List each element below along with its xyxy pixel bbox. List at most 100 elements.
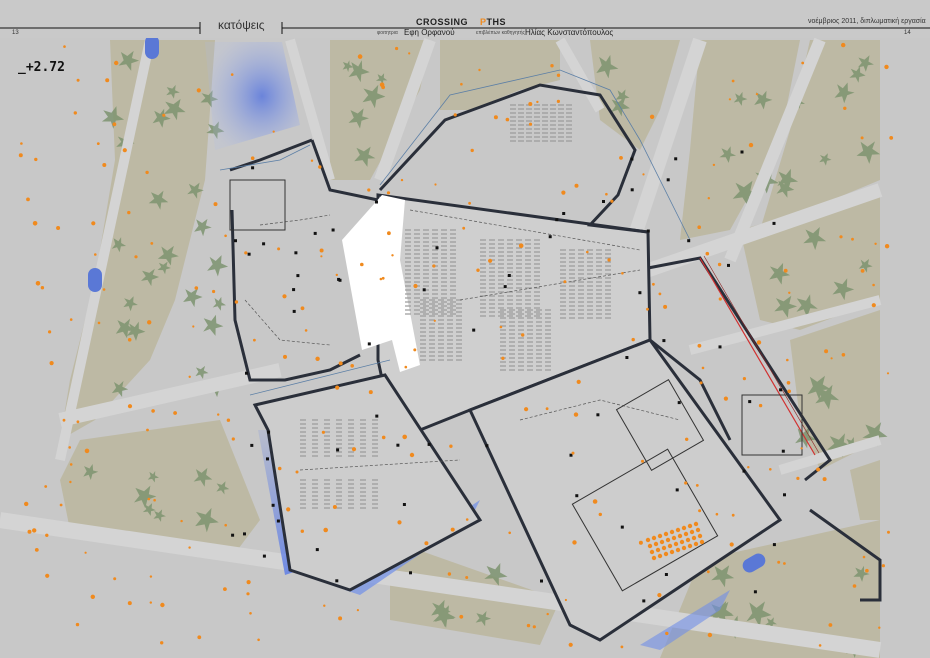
- orange-dot: [102, 163, 107, 167]
- orange-dot: [315, 356, 320, 361]
- orange-dot: [94, 253, 97, 256]
- orange-dot: [234, 300, 239, 304]
- orange-dot: [576, 379, 581, 384]
- orange-dot: [45, 533, 49, 537]
- orange-seat: [669, 529, 675, 535]
- orange-dot: [76, 420, 80, 424]
- orange-dot: [465, 518, 469, 521]
- orange-dot: [758, 403, 763, 408]
- date-caption: νοέμβριος 2011, διπλωματική εργασία: [808, 18, 926, 25]
- orange-dot: [319, 248, 324, 253]
- orange-dot: [147, 320, 152, 325]
- orange-dot: [400, 178, 404, 182]
- orange-dot: [786, 358, 789, 362]
- orange-dot: [295, 470, 299, 474]
- column: [402, 503, 406, 506]
- orange-dot: [887, 530, 890, 534]
- orange-dot: [282, 294, 287, 299]
- orange-dot: [619, 156, 623, 160]
- column: [748, 400, 752, 404]
- orange-dot: [49, 361, 54, 366]
- orange-dot: [127, 338, 132, 342]
- column: [727, 263, 730, 267]
- orange-dot: [488, 258, 493, 263]
- logo-word-crossing: CROSSING: [416, 17, 469, 27]
- orange-dot: [153, 498, 156, 502]
- orange-dot: [462, 226, 466, 230]
- orange-dot: [731, 79, 735, 83]
- orange-dot: [69, 480, 72, 484]
- orange-dot: [715, 512, 719, 516]
- orange-dot: [368, 390, 373, 395]
- column: [375, 200, 378, 204]
- column: [503, 285, 507, 289]
- orange-dot: [528, 102, 533, 106]
- column: [575, 494, 579, 498]
- orange-dot: [841, 353, 846, 357]
- orange-dot: [96, 142, 100, 146]
- orange-dot: [524, 407, 529, 412]
- orange-dot: [91, 221, 96, 226]
- floor-plan-drawing: [0, 0, 930, 658]
- orange-dot: [231, 437, 235, 441]
- orange-dot: [852, 584, 857, 588]
- column: [375, 414, 379, 418]
- orange-dot: [707, 197, 710, 200]
- orange-dot: [607, 258, 611, 262]
- orange-dot: [56, 226, 61, 230]
- orange-dot: [707, 632, 713, 638]
- orange-seat: [681, 525, 687, 531]
- orange-dot: [459, 614, 464, 619]
- orange-dot: [508, 531, 512, 535]
- orange-dot: [32, 221, 38, 226]
- orange-dot: [68, 446, 71, 449]
- orange-dot: [568, 642, 573, 647]
- orange-seat: [675, 527, 681, 533]
- orange-dot: [705, 251, 710, 256]
- column: [540, 579, 543, 583]
- orange-dot: [871, 303, 876, 308]
- orange-dot: [320, 255, 323, 258]
- orange-dot: [526, 623, 531, 628]
- orange-dot: [226, 418, 231, 422]
- orange-dot: [586, 250, 589, 254]
- orange-dot: [395, 46, 399, 51]
- orange-dot: [572, 540, 577, 545]
- orange-dot: [194, 286, 199, 290]
- column: [367, 342, 371, 346]
- orange-dot: [646, 307, 649, 311]
- orange-dot: [433, 319, 436, 322]
- orange-dot: [801, 61, 805, 65]
- page-number-right: 14: [904, 30, 911, 36]
- orange-dot: [641, 459, 644, 463]
- column: [687, 239, 691, 243]
- orange-dot: [465, 576, 469, 579]
- orange-dot: [127, 210, 131, 215]
- orange-dot: [884, 64, 889, 70]
- orange-dot: [367, 188, 371, 192]
- orange-dot: [478, 68, 481, 72]
- column: [243, 532, 246, 536]
- orange-dot: [701, 366, 705, 370]
- orange-dot: [332, 505, 337, 509]
- orange-dot: [249, 612, 252, 615]
- orange-dot: [217, 413, 220, 416]
- orange-dot: [162, 113, 166, 117]
- orange-dot: [192, 325, 195, 328]
- orange-dot: [755, 93, 759, 96]
- orange-dot: [777, 560, 781, 564]
- orange-dot: [706, 570, 710, 574]
- orange-dot: [747, 466, 750, 469]
- orange-dot: [413, 283, 418, 289]
- orange-dot: [697, 343, 702, 348]
- orange-dot: [816, 467, 821, 472]
- orange-dot: [27, 529, 32, 534]
- column: [251, 166, 255, 170]
- orange-dot: [145, 170, 149, 175]
- orange-dot: [321, 430, 325, 434]
- column: [247, 252, 251, 256]
- orange-dot: [356, 609, 359, 612]
- orange-dot: [453, 113, 457, 117]
- orange-dot: [323, 604, 326, 607]
- orange-dot: [447, 572, 452, 576]
